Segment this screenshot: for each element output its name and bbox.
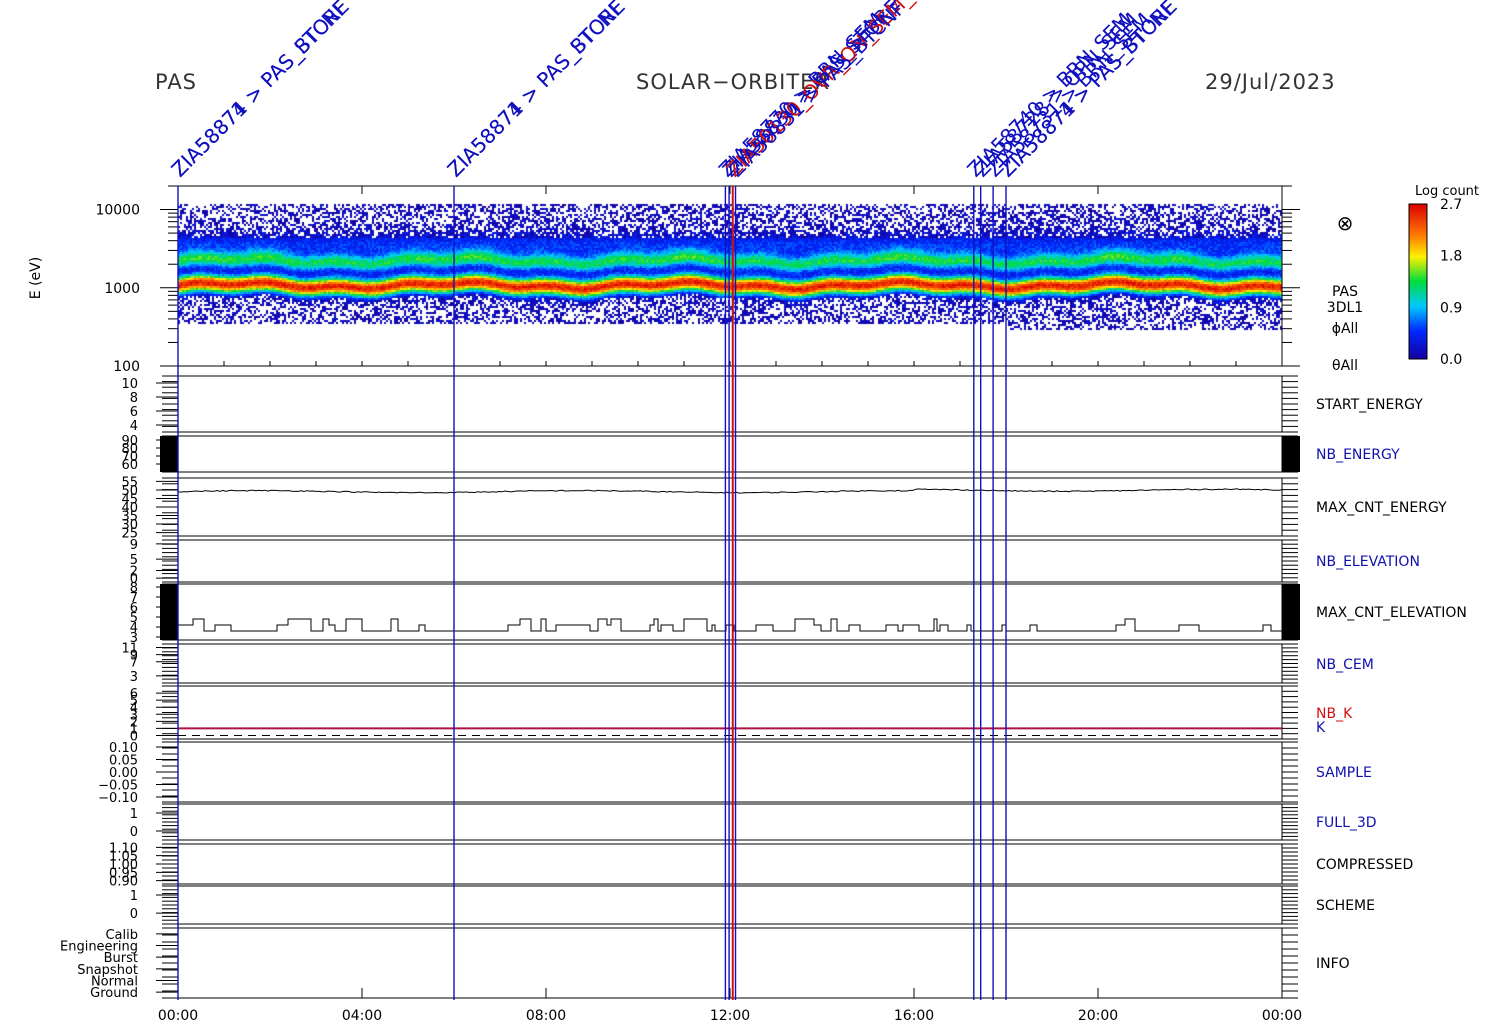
pas-summary-plot: 100001000100E (eV) PAS3DL1ϕAllθAll⊗Log co… (28, 0, 1479, 1020)
colorbar (1408, 203, 1428, 360)
xaxis-tick-label: 12:00 (710, 1008, 750, 1020)
panel-sample-label: SAMPLE (1316, 765, 1372, 781)
event-marker-label: ZIA58871 > PAS_BTCNF (167, 0, 353, 182)
colorbar-tick-label: 0.9 (1440, 300, 1462, 316)
panel-max-cnt-elevation-edge-block (1282, 584, 1300, 640)
panel-full-3d-ytick-label: 1 (130, 807, 138, 822)
panel-nb-elevation-ytick-label: 9 (130, 538, 138, 553)
panel-nb-energy-frame (177, 435, 1283, 473)
panel-nb-cem-ytick-label: 7 (130, 656, 138, 671)
panel-start-energy-ytick-label: 4 (130, 419, 138, 434)
spectrogram-ytick-label: 1000 (104, 281, 140, 297)
spectrogram-side-label: 3DL1 (1327, 300, 1363, 316)
panel-full-3d-frame (177, 803, 1283, 841)
spectrogram-ylabel: E (eV) (28, 257, 44, 299)
panel-nb-cem-ytick-label: 3 (130, 670, 138, 685)
panel-max-cnt-energy-frame (177, 477, 1283, 537)
panel-nb-k-second-label: K (1316, 720, 1326, 736)
panel-start-energy-ytick-label: 10 (121, 377, 138, 392)
panel-scheme-frame (177, 885, 1283, 925)
xaxis-tick-label: 20:00 (1078, 1008, 1118, 1020)
panel-compressed-label: COMPRESSED (1316, 857, 1413, 873)
panel-nb-elevation-frame (177, 539, 1283, 583)
panel-sample-frame (177, 741, 1283, 803)
panel-nb-k-frame (177, 685, 1283, 740)
xaxis-tick-label: 00:00 (1262, 1008, 1302, 1020)
panel-start-energy-ytick-label: 6 (130, 405, 138, 420)
event-marker-label: ZIA58831 > PAS_BTCNF (724, 0, 910, 182)
panel-nb-energy-edge-block (160, 436, 178, 472)
panel-start-energy-frame (177, 375, 1283, 433)
panel-nb-cem-frame (177, 643, 1283, 684)
panel-nb-energy-edge-block (1282, 436, 1300, 472)
panel-start-energy-label: START_ENERGY (1316, 397, 1423, 413)
spectrogram-side-label: PAS (1332, 284, 1358, 300)
spectrogram-side-label: ϕAll (1332, 321, 1359, 337)
panel-info-frame (177, 927, 1283, 999)
spectrogram-ytick-label: 10000 (95, 203, 140, 219)
xaxis-tick-label: 08:00 (526, 1008, 566, 1020)
panel-sample-ytick-label: −0.10 (98, 791, 138, 806)
spectrogram-side-label: θAll (1332, 358, 1358, 374)
panel-nb-cem-label: NB_CEM (1316, 657, 1374, 673)
panel-compressed-ytick-label: 0.90 (109, 875, 138, 890)
panel-max-cnt-energy-series (177, 488, 1283, 494)
panel-info-ytick-label: Ground (90, 986, 138, 1001)
panel-full-3d-ytick-label: 0 (130, 825, 138, 840)
spectrogram-image (178, 186, 1282, 366)
event-marker-label: ZIA58871 > PAS_BTCNF (995, 0, 1181, 182)
xaxis-tick-label: 00:00 (158, 1008, 198, 1020)
panel-max-cnt-elevation-series (178, 618, 1282, 632)
panel-info-label: INFO (1316, 956, 1350, 972)
panel-full-3d-label: FULL_3D (1316, 815, 1377, 831)
colorbar-tick-label: 2.7 (1440, 197, 1462, 213)
colorbar-tick-label: 0.0 (1440, 352, 1462, 368)
panel-start-energy-ytick-label: 8 (130, 391, 138, 406)
panel-scheme-ytick-label: 1 (130, 889, 138, 904)
panel-scheme-ytick-label: 0 (130, 907, 138, 922)
panel-nb-elevation-label: NB_ELEVATION (1316, 554, 1420, 570)
panel-max-cnt-elevation-edge-block (160, 584, 178, 640)
panel-nb-energy-ytick-label: 60 (121, 458, 138, 473)
xaxis-tick-label: 04:00 (342, 1008, 382, 1020)
spectrogram-ytick-label: 100 (113, 359, 140, 375)
panel-nb-energy-label: NB_ENERGY (1316, 447, 1400, 463)
spectrogram-symbol: ⊗ (1337, 211, 1354, 235)
colorbar-tick-label: 1.8 (1440, 249, 1462, 265)
event-marker-label: ZIA58871 > PAS_BTCNF (443, 0, 629, 182)
panel-max-cnt-elevation-frame (177, 583, 1283, 641)
xaxis-tick-label: 16:00 (894, 1008, 934, 1020)
panel-max-cnt-energy-label: MAX_CNT_ENERGY (1316, 500, 1447, 516)
panel-scheme-label: SCHEME (1316, 898, 1375, 914)
panel-max-cnt-elevation-label: MAX_CNT_ELEVATION (1316, 605, 1467, 621)
panel-compressed-frame (177, 843, 1283, 885)
